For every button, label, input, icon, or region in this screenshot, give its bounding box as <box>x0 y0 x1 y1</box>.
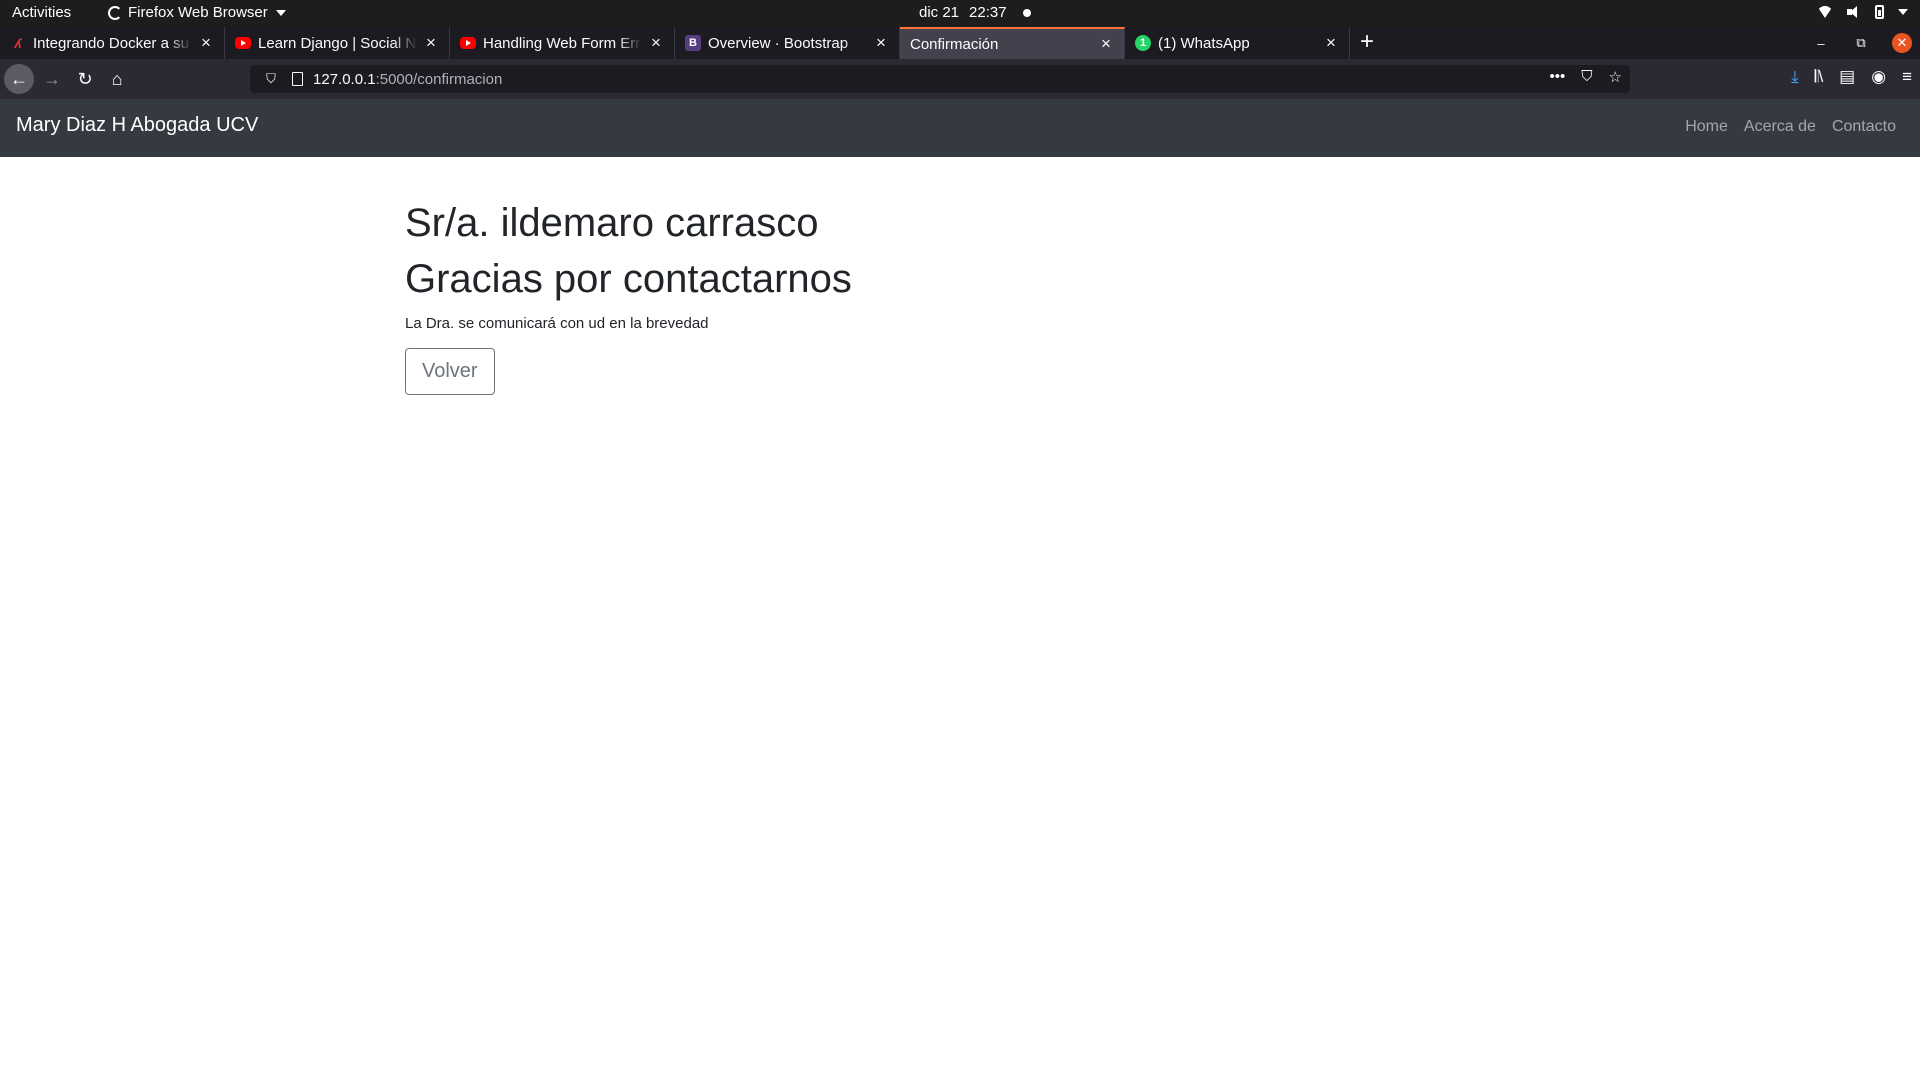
site-navbar: Mary Diaz H Abogada UCV Home Acerca de C… <box>0 99 1920 157</box>
browser-toolbar: ← → ↻ ⌂ ⛉ 127.0.0.1:5000/confirmacion ••… <box>0 59 1920 99</box>
download-icon[interactable]: ⤓ <box>1791 67 1799 87</box>
close-icon[interactable]: × <box>648 33 664 53</box>
nav-link-acerca-de[interactable]: Acerca de <box>1744 118 1816 136</box>
system-tray[interactable] <box>1817 5 1908 19</box>
url-host: 127.0.0.1 <box>313 70 376 88</box>
youtube-icon <box>235 37 251 49</box>
arrow-right-icon: → <box>43 68 61 89</box>
recipient-heading: Sr/a. ildemaro carrasco <box>405 201 819 245</box>
hamburger-menu-icon[interactable]: ≡ <box>1902 67 1912 87</box>
forward-button[interactable]: → <box>37 64 67 94</box>
notification-dot-icon <box>1022 8 1031 17</box>
site-brand[interactable]: Mary Diaz H Abogada UCV <box>16 114 258 137</box>
tab-title: Confirmación <box>910 35 999 53</box>
home-button[interactable]: ⌂ <box>102 64 132 94</box>
tab-strip: ʎ Integrando Docker a su la × Learn Djan… <box>0 27 1920 59</box>
site-nav-links: Home Acerca de Contacto <box>1685 118 1896 136</box>
firefox-icon <box>108 5 122 20</box>
tab-handling-web-form[interactable]: Handling Web Form Error × <box>450 27 675 59</box>
tab-title: Integrando Docker a su la <box>33 34 192 52</box>
restore-button[interactable]: ⧉ <box>1852 35 1870 51</box>
thanks-heading: Gracias por contactarnos <box>405 257 852 301</box>
whatsapp-icon: 1 <box>1135 35 1151 51</box>
bootstrap-icon: B <box>685 35 701 51</box>
page-info-icon[interactable] <box>292 72 303 86</box>
toolbar-right-actions: ⤓ 𝄃\ ▤ ◉ ≡ <box>1791 67 1912 87</box>
volume-icon <box>1847 5 1861 19</box>
minimize-button[interactable]: – <box>1812 36 1830 51</box>
tab-title: (1) WhatsApp <box>1158 34 1250 52</box>
close-icon[interactable]: × <box>198 33 214 53</box>
reload-icon: ↻ <box>77 68 93 89</box>
url-bar[interactable]: ⛉ 127.0.0.1:5000/confirmacion ••• ⛉ ☆ <box>250 65 1630 93</box>
close-window-button[interactable]: ✕ <box>1892 33 1912 53</box>
close-icon[interactable]: × <box>873 33 889 53</box>
app-menu-label: Firefox Web Browser <box>128 4 268 21</box>
caret-down-icon <box>275 9 286 16</box>
clock-date: dic 21 <box>919 4 960 21</box>
window-controls: – ⧉ ✕ <box>1812 27 1912 59</box>
new-tab-button[interactable]: + <box>1356 27 1378 59</box>
wifi-icon <box>1817 6 1833 18</box>
sidebar-icon[interactable]: ▤ <box>1839 67 1855 87</box>
youtube-icon <box>460 37 476 49</box>
clock[interactable]: dic 21 22:37 <box>919 4 1031 21</box>
tab-whatsapp[interactable]: 1 (1) WhatsApp × <box>1125 27 1350 59</box>
tab-title: Overview · Bootstrap <box>708 34 849 52</box>
close-icon[interactable]: × <box>1323 33 1339 53</box>
confirmation-content: Sr/a. ildemaro carrasco Gracias por cont… <box>405 195 1305 395</box>
reload-button[interactable]: ↻ <box>70 64 100 94</box>
bookmark-star-icon[interactable]: ☆ <box>1609 68 1622 86</box>
page-actions-icon[interactable]: ••• <box>1550 68 1566 86</box>
url-path: :5000/confirmacion <box>375 70 503 88</box>
caret-down-icon <box>1898 9 1908 15</box>
back-button[interactable]: ← <box>4 64 34 94</box>
tracking-protection-shield-icon[interactable]: ⛉ <box>256 71 286 87</box>
confirmation-message: La Dra. se comunicará con ud en la breve… <box>405 315 709 332</box>
tab-title: Handling Web Form Error <box>483 34 642 52</box>
app-menu[interactable]: Firefox Web Browser <box>108 4 286 21</box>
clock-time: 22:37 <box>969 4 1007 21</box>
tab-docker[interactable]: ʎ Integrando Docker a su la × <box>0 27 225 59</box>
activities-button[interactable]: Activities <box>12 4 71 21</box>
tab-bootstrap-overview[interactable]: B Overview · Bootstrap × <box>675 27 900 59</box>
arrow-left-icon: ← <box>10 68 28 89</box>
account-icon[interactable]: ◉ <box>1871 67 1886 87</box>
docker-tutorial-icon: ʎ <box>14 35 22 51</box>
battery-icon <box>1875 5 1884 19</box>
system-top-bar: Activities Firefox Web Browser dic 21 22… <box>0 0 1920 27</box>
pocket-icon[interactable]: ⛉ <box>1581 68 1592 86</box>
nav-link-home[interactable]: Home <box>1685 118 1728 136</box>
library-icon[interactable]: 𝄃\ <box>1815 67 1824 87</box>
volver-button[interactable]: Volver <box>405 348 495 395</box>
nav-link-contacto[interactable]: Contacto <box>1832 118 1896 136</box>
home-icon: ⌂ <box>111 68 123 89</box>
tab-learn-django[interactable]: Learn Django | Social Net × <box>225 27 450 59</box>
url-bar-actions: ••• ⛉ ☆ <box>1550 68 1622 86</box>
close-icon[interactable]: × <box>423 33 439 53</box>
tab-title: Learn Django | Social Net <box>258 34 417 52</box>
tab-confirmacion[interactable]: Confirmación × <box>900 27 1125 59</box>
close-icon[interactable]: × <box>1098 34 1114 54</box>
